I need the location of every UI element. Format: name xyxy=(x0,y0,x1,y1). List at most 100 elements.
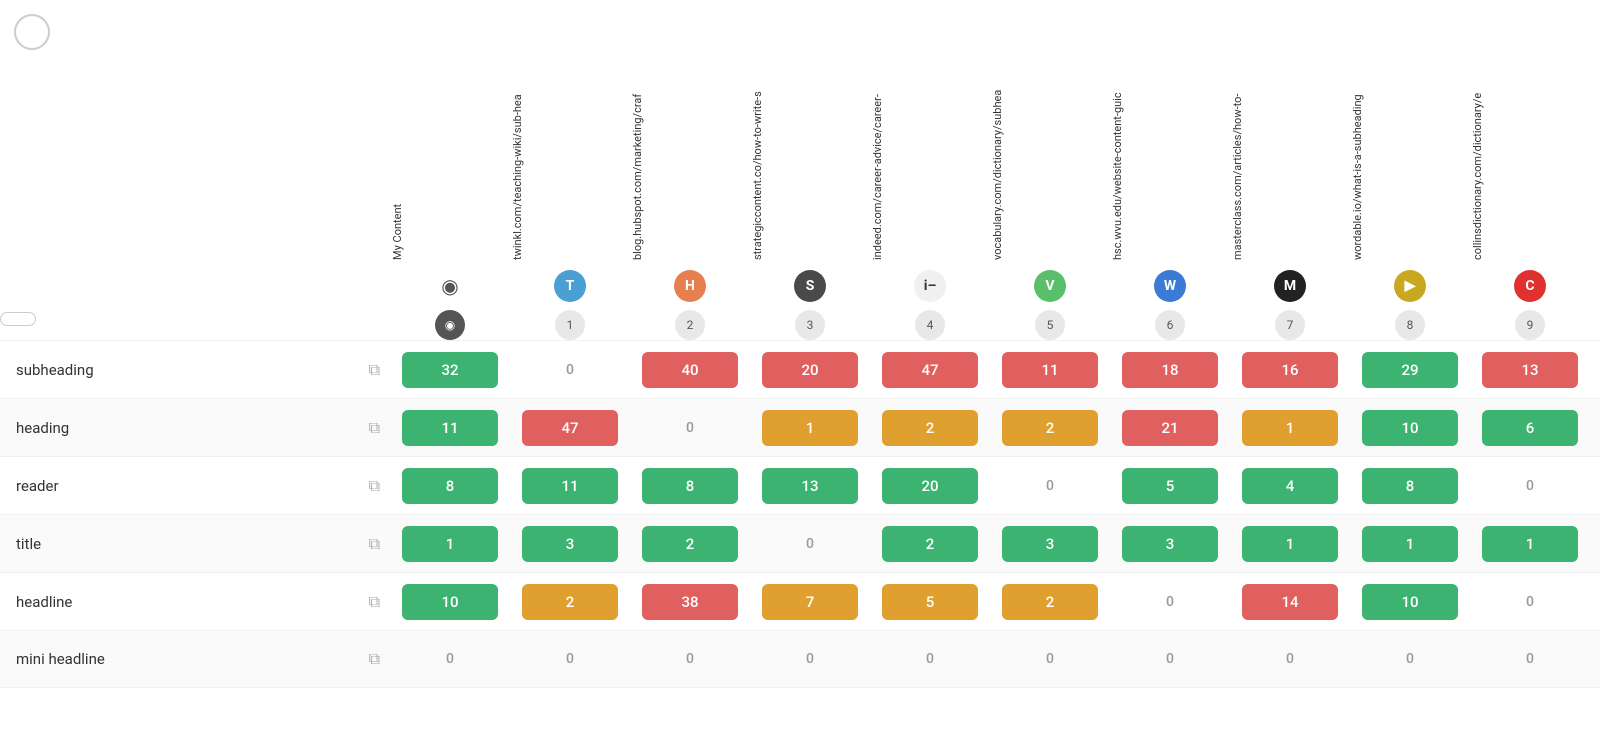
copy-icon[interactable]: ⧉ xyxy=(369,418,380,438)
favicon-vocabulary: V xyxy=(1034,270,1066,302)
table-row: title⧉1320233111 xyxy=(0,514,1600,572)
rank-badge-hubspot: 2 xyxy=(675,310,705,340)
cell-badge: 2 xyxy=(1002,584,1098,620)
favicon-masterclass: M xyxy=(1274,270,1306,302)
cell-badge: 4 xyxy=(1242,468,1338,504)
data-cell: 0 xyxy=(870,637,990,681)
col-url-strategic: strategiccontent.co/how-to-write-s xyxy=(751,91,764,260)
data-cell: 0 xyxy=(510,637,630,681)
cell-badge: 0 xyxy=(1482,468,1578,504)
favicon-collins: C xyxy=(1514,270,1546,302)
cell-badge: 38 xyxy=(642,584,738,620)
data-cell: 16 xyxy=(1230,348,1350,392)
col-header-strategic: strategiccontent.co/how-to-write-s S 3 xyxy=(750,40,870,340)
cell-badge: 1 xyxy=(402,526,498,562)
data-cell: 14 xyxy=(1230,580,1350,624)
row-label-text: reader xyxy=(16,477,363,495)
col-header-hubspot: blog.hubspot.com/marketing/crafH2 xyxy=(630,40,750,340)
data-cell: 10 xyxy=(1350,406,1470,450)
cell-badge: 0 xyxy=(522,352,618,388)
data-cell: 47 xyxy=(510,406,630,450)
data-cell: 3 xyxy=(990,522,1110,566)
copy-icon[interactable]: ⧉ xyxy=(369,476,380,496)
data-cell: 8 xyxy=(1350,464,1470,508)
cell-badge: 2 xyxy=(882,526,978,562)
cell-badge: 0 xyxy=(1122,584,1218,620)
data-cell: 0 xyxy=(1110,580,1230,624)
data-cell: 13 xyxy=(1470,348,1590,392)
data-cell: 0 xyxy=(630,637,750,681)
col-url-hsc: hsc.wvu.edu/website-content-guic xyxy=(1111,92,1124,260)
cell-badge: 8 xyxy=(642,468,738,504)
data-cell: 0 xyxy=(1470,637,1590,681)
cell-badge: 18 xyxy=(1122,352,1218,388)
cell-badge: 0 xyxy=(642,641,738,677)
table-row: subheading⧉3204020471118162913 xyxy=(0,340,1600,398)
col-url-wordable: wordable.io/what-is-a-subheading xyxy=(1351,94,1364,260)
cell-badge: 0 xyxy=(882,641,978,677)
favicon-my-content: ◉ xyxy=(434,270,466,302)
data-cell: 8 xyxy=(630,464,750,508)
row-label-3: title⧉ xyxy=(0,534,390,554)
cell-badge: 0 xyxy=(642,410,738,446)
cell-badge: 10 xyxy=(1362,584,1458,620)
data-cell: 38 xyxy=(630,580,750,624)
rank-badge-masterclass: 7 xyxy=(1275,310,1305,340)
data-cell: 21 xyxy=(1110,406,1230,450)
cell-badge: 1 xyxy=(1242,410,1338,446)
left-panel-header xyxy=(0,0,390,340)
cell-badge: 0 xyxy=(1482,641,1578,677)
main-container: My Content◉◉twinkl.com/teaching-wiki/sub… xyxy=(0,0,1600,734)
cell-badge: 32 xyxy=(402,352,498,388)
rank-badge-vocabulary: 5 xyxy=(1035,310,1065,340)
cell-badge: 20 xyxy=(882,468,978,504)
data-cell: 5 xyxy=(1110,464,1230,508)
data-cell: 0 xyxy=(1350,637,1470,681)
col-url-collins: collinsdictionary.com/dictionary/e xyxy=(1471,93,1484,260)
cell-badge: 0 xyxy=(1122,641,1218,677)
data-cell: 0 xyxy=(990,637,1110,681)
cell-badge: 3 xyxy=(1002,526,1098,562)
cell-badge: 0 xyxy=(402,641,498,677)
col-url-hubspot: blog.hubspot.com/marketing/craf xyxy=(631,94,644,260)
cell-badge: 0 xyxy=(1362,641,1458,677)
data-cell: 7 xyxy=(750,580,870,624)
data-cell: 2 xyxy=(870,522,990,566)
rank-badge-hsc: 6 xyxy=(1155,310,1185,340)
copy-icon[interactable]: ⧉ xyxy=(369,649,380,669)
top-topics-dropdown[interactable] xyxy=(0,312,36,326)
row-label-1: heading⧉ xyxy=(0,418,390,438)
data-cell: 0 xyxy=(750,637,870,681)
cell-badge: 47 xyxy=(522,410,618,446)
table-row: reader⧉8118132005480 xyxy=(0,456,1600,514)
cell-badge: 0 xyxy=(1002,468,1098,504)
cell-badge: 11 xyxy=(402,410,498,446)
row-label-text: subheading xyxy=(16,361,363,379)
cell-badge: 0 xyxy=(762,526,858,562)
data-cell: 29 xyxy=(1350,348,1470,392)
cell-badge: 1 xyxy=(1242,526,1338,562)
cell-badge: 0 xyxy=(1482,584,1578,620)
close-button[interactable] xyxy=(14,14,50,50)
data-cell: 3 xyxy=(510,522,630,566)
col-header-hsc: hsc.wvu.edu/website-content-guicW6 xyxy=(1110,40,1230,340)
cell-badge: 20 xyxy=(762,352,858,388)
data-cell: 0 xyxy=(390,637,510,681)
google-rank-label xyxy=(0,334,380,340)
data-cell: 11 xyxy=(510,464,630,508)
copy-icon[interactable]: ⧉ xyxy=(369,360,380,380)
copy-icon[interactable]: ⧉ xyxy=(369,534,380,554)
cell-badge: 2 xyxy=(1002,410,1098,446)
copy-icon[interactable]: ⧉ xyxy=(369,592,380,612)
data-cell: 18 xyxy=(1110,348,1230,392)
favicon-strategic: S xyxy=(794,270,826,302)
cell-badge: 0 xyxy=(762,641,858,677)
data-cell: 4 xyxy=(1230,464,1350,508)
rank-badge-strategic: 3 xyxy=(795,310,825,340)
rank-badge-my-content: ◉ xyxy=(435,310,465,340)
col-url-indeed: indeed.com/career-advice/career- xyxy=(871,94,884,260)
cell-badge: 0 xyxy=(522,641,618,677)
cell-badge: 21 xyxy=(1122,410,1218,446)
cell-badge: 0 xyxy=(1242,641,1338,677)
cell-badge: 6 xyxy=(1482,410,1578,446)
